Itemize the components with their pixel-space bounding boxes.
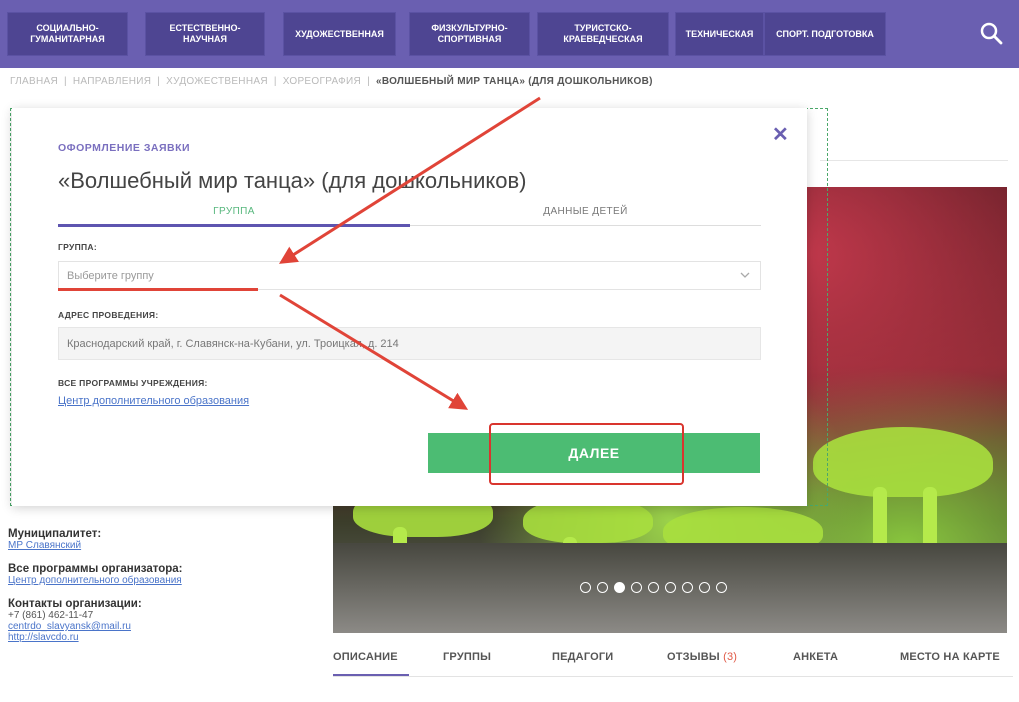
divider [820,160,1008,161]
contacts-label: Контакты организации: [8,598,142,610]
nav-technical[interactable]: ТЕХНИЧЕСКАЯ [675,12,764,56]
breadcrumb-separator: | [63,76,67,87]
step-progress-active [58,224,410,227]
tab-teachers[interactable]: ПЕДАГОГИ [552,651,613,663]
tab-reviews[interactable]: ОТЗЫВЫ (3) [667,651,737,663]
breadcrumb-home[interactable]: ГЛАВНАЯ [10,76,58,87]
tab-map[interactable]: МЕСТО НА КАРТЕ [900,651,1000,663]
slider-dot[interactable] [682,582,693,593]
nav-label: СОЦИАЛЬНО- ГУМАНИТАРНАЯ [30,23,105,44]
slider-dot[interactable] [699,582,710,593]
tab-groups[interactable]: ГРУППЫ [443,651,491,663]
group-select[interactable]: Выберите группу [58,261,761,290]
modal-title: «Волшебный мир танца» (для дошкольников) [58,168,527,193]
divider [333,676,1013,677]
breadcrumb-separator: | [273,76,277,87]
breadcrumb-choreography[interactable]: ХОРЕОГРАФИЯ [283,76,361,87]
slider-dot[interactable] [648,582,659,593]
slider-dot[interactable] [580,582,591,593]
nav-label: СПОРТ. ПОДГОТОВКА [776,28,874,39]
address-field: Краснодарский край, г. Славянск-на-Кубан… [58,327,761,360]
org-programs-link[interactable]: Центр дополнительного образования [8,575,318,586]
tab-label: ОТЗЫВЫ [667,651,720,663]
breadcrumb-directions[interactable]: НАПРАВЛЕНИЯ [73,76,151,87]
contact-site[interactable]: http://slavcdo.ru [8,632,318,643]
breadcrumb-art[interactable]: ХУДОЖЕСТВЕННАЯ [166,76,268,87]
annotation-underline [58,288,258,291]
nav-label: ФИЗКУЛЬТУРНО- СПОРТИВНАЯ [431,23,508,44]
search-icon[interactable] [978,20,1006,48]
nav-natural-science[interactable]: ЕСТЕСТВЕННО- НАУЧНАЯ [145,12,265,56]
nav-label: ТУРИСТСКО- КРАЕВЕДЧЕСКАЯ [563,23,643,44]
programs-label: ВСЕ ПРОГРАММЫ УЧРЕЖДЕНИЯ: [58,378,208,388]
reviews-count: (3) [723,651,738,663]
slider-dot-active[interactable] [614,582,625,593]
org-programs-label: Все программы организатора: [8,563,183,575]
nav-label: ХУДОЖЕСТВЕННАЯ [295,28,384,39]
nav-sport-training[interactable]: СПОРТ. ПОДГОТОВКА [764,12,886,56]
step-group[interactable]: ГРУППА [58,206,410,217]
application-modal: ✕ ОФОРМЛЕНИЕ ЗАЯВКИ «Волшебный мир танца… [12,108,807,506]
tab-description[interactable]: ОПИСАНИЕ [333,651,398,663]
programs-link[interactable]: Центр дополнительного образования [58,395,249,407]
tab-label: ГРУППЫ [443,651,492,663]
chevron-down-icon [740,270,750,280]
tab-label: МЕСТО НА КАРТЕ [900,651,1000,663]
slider-dot[interactable] [716,582,727,593]
contact-phone: +7 (861) 462-11-47 [8,610,94,621]
slider-dots [580,582,727,593]
slider-dot[interactable] [597,582,608,593]
tab-survey[interactable]: АНКЕТА [793,651,838,663]
breadcrumb-separator: | [157,76,161,87]
breadcrumb-separator: | [367,76,370,87]
top-navigation: СОЦИАЛЬНО- ГУМАНИТАРНАЯ ЕСТЕСТВЕННО- НАУ… [0,0,1019,68]
group-label: ГРУППА: [58,242,97,252]
contact-email[interactable]: centrdo_slavyansk@mail.ru [8,621,318,632]
content-tabs: ОПИСАНИЕ ГРУППЫ ПЕДАГОГИ ОТЗЫВЫ (3) АНКЕ… [333,651,1013,675]
slider-dot[interactable] [665,582,676,593]
nav-art[interactable]: ХУДОЖЕСТВЕННАЯ [283,12,396,56]
modal-kicker: ОФОРМЛЕНИЕ ЗАЯВКИ [58,142,191,154]
tab-label: ПЕДАГОГИ [552,651,614,663]
tab-label: ОПИСАНИЕ [333,651,398,663]
close-icon[interactable]: ✕ [772,122,789,147]
breadcrumb: ГЛАВНАЯ | НАПРАВЛЕНИЯ | ХУДОЖЕСТВЕННАЯ | ХОРЕО… [10,76,653,92]
nav-sports[interactable]: ФИЗКУЛЬТУРНО- СПОРТИВНАЯ [409,12,530,56]
step-children-data[interactable]: ДАННЫЕ ДЕТЕЙ [410,206,761,217]
organization-info: Муниципалитет: МР Славянский Все програм… [8,528,318,655]
breadcrumb-current: «ВОЛШЕБНЫЙ МИР ТАНЦА» (ДЛЯ ДОШКОЛЬНИКОВ) [375,76,653,87]
annotation-highlight-box [489,423,684,485]
municipality-label: Муниципалитет: [8,528,102,540]
address-label: АДРЕС ПРОВЕДЕНИЯ: [58,310,159,320]
group-select-placeholder: Выберите группу [67,270,154,282]
modal-steps: ГРУППА ДАННЫЕ ДЕТЕЙ [58,206,761,230]
nav-label: ЕСТЕСТВЕННО- НАУЧНАЯ [169,23,241,44]
nav-social-humanitarian[interactable]: СОЦИАЛЬНО- ГУМАНИТАРНАЯ [7,12,128,56]
slider-dot[interactable] [631,582,642,593]
tab-label: АНКЕТА [793,651,839,663]
nav-tourism[interactable]: ТУРИСТСКО- КРАЕВЕДЧЕСКАЯ [537,12,669,56]
nav-label: ТЕХНИЧЕСКАЯ [685,28,754,39]
step-progress-track [410,225,761,226]
municipality-link[interactable]: МР Славянский [8,540,318,551]
